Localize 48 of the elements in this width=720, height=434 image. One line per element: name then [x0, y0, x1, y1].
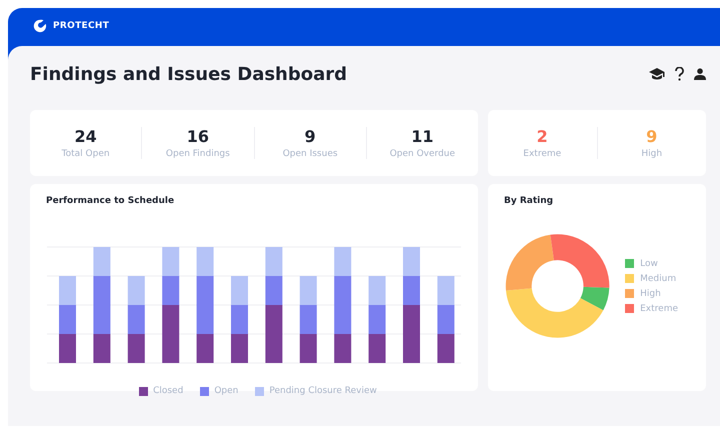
stat-label: Open Issues — [282, 149, 338, 159]
brand-name: PROTECHT — [53, 20, 110, 33]
bar-segment — [128, 276, 145, 305]
bar-segment — [231, 276, 248, 305]
bar-segment — [437, 305, 454, 334]
bar-segment — [59, 305, 76, 334]
legend-label: Extreme — [640, 304, 678, 314]
legend-label: Open — [214, 386, 238, 396]
bar-segment — [300, 334, 317, 363]
bar-segment — [300, 305, 317, 334]
bar-segment — [300, 276, 317, 305]
legend-label: High — [640, 288, 661, 298]
page-title: Findings and Issues Dashboard — [30, 64, 348, 84]
bar-segment — [59, 334, 76, 363]
bar-segment — [231, 334, 248, 363]
stat-value: 9 — [304, 127, 316, 146]
bar-segment — [368, 276, 386, 305]
stat-value: 2 — [536, 127, 548, 146]
bar-segment — [437, 276, 454, 305]
logo-icon — [32, 19, 48, 33]
stat-label: Total Open — [62, 149, 110, 159]
bar-segment — [368, 305, 386, 334]
bar-segment — [128, 305, 145, 334]
stat-label: Open Overdue — [390, 149, 456, 159]
bar-segment — [403, 247, 420, 276]
graduation-cap-icon[interactable] — [649, 68, 665, 80]
bar-segment — [59, 276, 76, 305]
stat-value: 9 — [646, 127, 658, 146]
bar-segment — [231, 305, 248, 334]
user-icon[interactable] — [694, 68, 706, 80]
bar-segment — [265, 247, 282, 276]
bar-segment — [162, 247, 180, 276]
help-icon[interactable] — [675, 67, 684, 81]
legend-label: Medium — [640, 274, 676, 284]
bar-segment — [437, 334, 454, 363]
stat-label: High — [641, 149, 662, 159]
legend-label: Pending Closure Review — [269, 386, 377, 396]
stat-value: 16 — [186, 127, 209, 146]
legend-label: Closed — [153, 386, 184, 396]
bar-segment — [128, 334, 145, 363]
legend-label: Low — [640, 258, 658, 268]
chart-title: Performance to Schedule — [46, 196, 176, 206]
stat-label: Extreme — [523, 149, 562, 159]
bar-segment — [368, 334, 386, 363]
stat-label: Open Findings — [166, 149, 230, 159]
chart-title: By Rating — [504, 196, 554, 206]
stat-value: 24 — [74, 127, 97, 146]
stat-value: 11 — [411, 127, 434, 146]
